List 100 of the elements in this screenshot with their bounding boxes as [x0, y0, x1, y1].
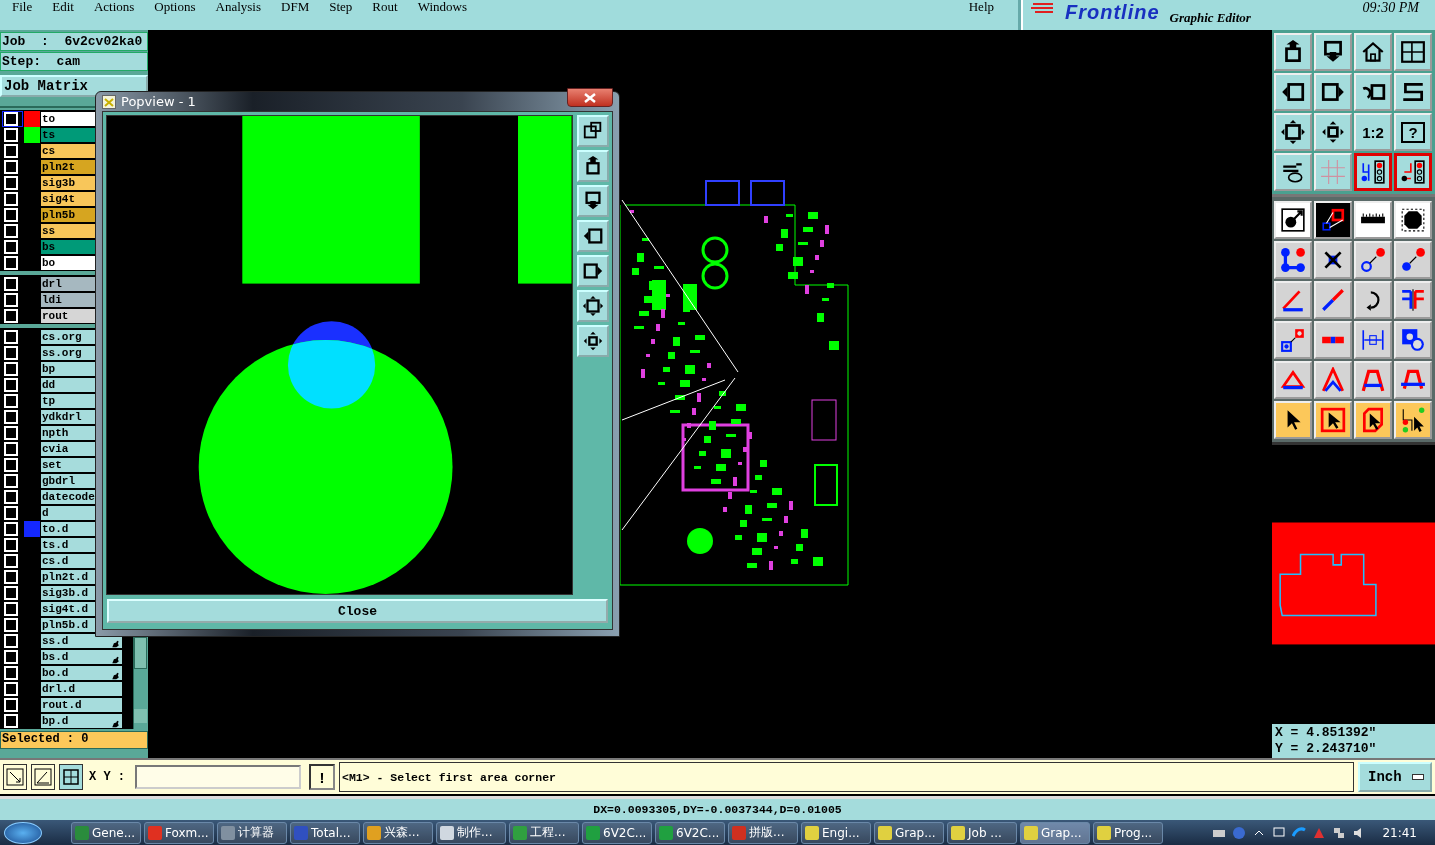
layer-checkbox[interactable]	[4, 309, 18, 323]
tool-button[interactable]: ?	[1394, 113, 1432, 151]
layer-checkbox[interactable]	[4, 458, 18, 472]
layer-checkbox[interactable]	[4, 277, 18, 291]
view-tool-button[interactable]	[577, 150, 609, 182]
peak-icon	[1320, 367, 1346, 393]
tool-button[interactable]	[1354, 153, 1392, 191]
taskbar-item[interactable]: 计算器	[217, 821, 287, 844]
layer-name[interactable]: bp.d	[41, 714, 122, 728]
units-dropdown[interactable]: Inch	[1358, 762, 1432, 792]
menu-item[interactable]: Edit	[42, 0, 84, 14]
layer-checkbox[interactable]	[4, 714, 18, 728]
view-tool-button[interactable]	[577, 115, 609, 147]
menu-item[interactable]: Actions	[83, 0, 145, 14]
layer-checkbox[interactable]	[4, 602, 18, 616]
layer-checkbox[interactable]	[4, 112, 18, 126]
tool-button[interactable]	[59, 764, 83, 790]
layer-checkbox[interactable]	[4, 570, 18, 584]
layer-checkbox[interactable]	[4, 410, 18, 424]
xy-label: X Y :	[89, 770, 125, 784]
layer-checkbox[interactable]	[4, 330, 18, 344]
scrollbar-thumb[interactable]	[134, 637, 147, 669]
layer-checkbox[interactable]	[4, 666, 18, 680]
layer-checkbox[interactable]	[4, 192, 18, 206]
layer-checkbox[interactable]	[4, 506, 18, 520]
taskbar-item[interactable]: Foxm...	[144, 821, 214, 844]
close-button[interactable]: Close	[107, 599, 608, 623]
layer-focus-frame[interactable]	[2, 111, 23, 127]
layer-checkbox[interactable]	[4, 426, 18, 440]
layer-checkbox[interactable]	[4, 176, 18, 190]
layer-checkbox[interactable]	[4, 618, 18, 632]
zoom-center-icon	[582, 330, 604, 352]
tool-button[interactable]	[31, 764, 55, 790]
taskbar-item[interactable]: 兴森...	[363, 821, 433, 844]
help-icon[interactable]	[1232, 825, 1247, 840]
layer-checkbox[interactable]	[4, 240, 18, 254]
view-tool-button[interactable]	[577, 185, 609, 217]
zoom-fit-icon	[582, 295, 604, 317]
layer-checkbox[interactable]	[4, 490, 18, 504]
taskbar-item[interactable]: 拼版...	[728, 821, 798, 844]
taskbar-item[interactable]: Engi...	[801, 821, 871, 844]
tool-button[interactable]	[1394, 153, 1432, 191]
layer-checkbox[interactable]	[4, 442, 18, 456]
taskbar-item[interactable]: Total...	[290, 821, 360, 844]
layer-checkbox[interactable]	[4, 474, 18, 488]
menu-item[interactable]: Analysis	[205, 0, 272, 14]
taskbar-item[interactable]: Job ...	[947, 821, 1017, 844]
layer-checkbox[interactable]	[4, 346, 18, 360]
tool-button[interactable]	[3, 764, 27, 790]
layer-checkbox[interactable]	[4, 682, 18, 696]
layer-checkbox[interactable]	[4, 522, 18, 536]
menu-item[interactable]: Options	[144, 0, 206, 14]
menu-item[interactable]: DFM	[271, 0, 320, 14]
layer-checkbox[interactable]	[4, 586, 18, 600]
layer-checkbox[interactable]	[4, 634, 18, 648]
start-button[interactable]	[4, 821, 42, 844]
layer-name[interactable]: drl.d	[41, 682, 122, 696]
layer-checkbox[interactable]	[4, 293, 18, 307]
view-tool-button[interactable]	[577, 220, 609, 252]
layer-checkbox[interactable]	[4, 144, 18, 158]
layer-name[interactable]: bo.d	[41, 666, 122, 680]
taskbar-item[interactable]: Grap...	[874, 821, 944, 844]
menu-item[interactable]: File	[2, 0, 43, 14]
layer-checkbox[interactable]	[4, 128, 18, 142]
view-tool-button[interactable]	[577, 290, 609, 322]
execute-button[interactable]: !	[309, 764, 335, 790]
view-tool-button[interactable]	[577, 325, 609, 357]
layer-checkbox[interactable]	[4, 362, 18, 376]
layer-checkbox[interactable]	[4, 650, 18, 664]
menu-item[interactable]: Windows	[407, 0, 477, 14]
taskbar-item[interactable]: 制作...	[436, 821, 506, 844]
layer-checkbox[interactable]	[4, 160, 18, 174]
menu-item[interactable]: Step	[319, 0, 363, 14]
taskbar-item[interactable]: 6V2C...	[655, 821, 725, 844]
layer-name[interactable]: bs.d	[41, 650, 122, 664]
layer-name[interactable]: rout.d	[41, 698, 122, 712]
layer-checkbox[interactable]	[4, 208, 18, 222]
layer-checkbox[interactable]	[4, 256, 18, 270]
layer-checkbox[interactable]	[4, 224, 18, 238]
layer-checkbox[interactable]	[4, 394, 18, 408]
layer-checkbox[interactable]	[4, 554, 18, 568]
layer-checkbox[interactable]	[4, 538, 18, 552]
tool-button[interactable]: 1:2	[1354, 113, 1392, 151]
taskbar-item[interactable]: Gene...	[71, 821, 141, 844]
layer-name[interactable]: ss.d	[41, 634, 122, 648]
taskbar-item[interactable]: 6V2C...	[582, 821, 652, 844]
taskbar-item[interactable]: Prog...	[1093, 821, 1163, 844]
view-tool-button[interactable]	[577, 255, 609, 287]
layer-checkbox[interactable]	[4, 698, 18, 712]
taskbar-item[interactable]: 工程...	[509, 821, 579, 844]
close-button[interactable]	[567, 88, 613, 107]
monitor-icon[interactable]	[1272, 825, 1287, 840]
time-label: 09:30 PM	[1362, 0, 1419, 16]
job-matrix-button[interactable]: Job Matrix	[0, 75, 148, 97]
menu-item[interactable]: Help	[958, 0, 1004, 14]
taskbar-item[interactable]: Grap...	[1020, 821, 1090, 844]
xy-input-field[interactable]	[135, 765, 301, 789]
menu-item[interactable]: Rout	[362, 0, 408, 14]
network-icon[interactable]	[1332, 825, 1347, 840]
layer-checkbox[interactable]	[4, 378, 18, 392]
